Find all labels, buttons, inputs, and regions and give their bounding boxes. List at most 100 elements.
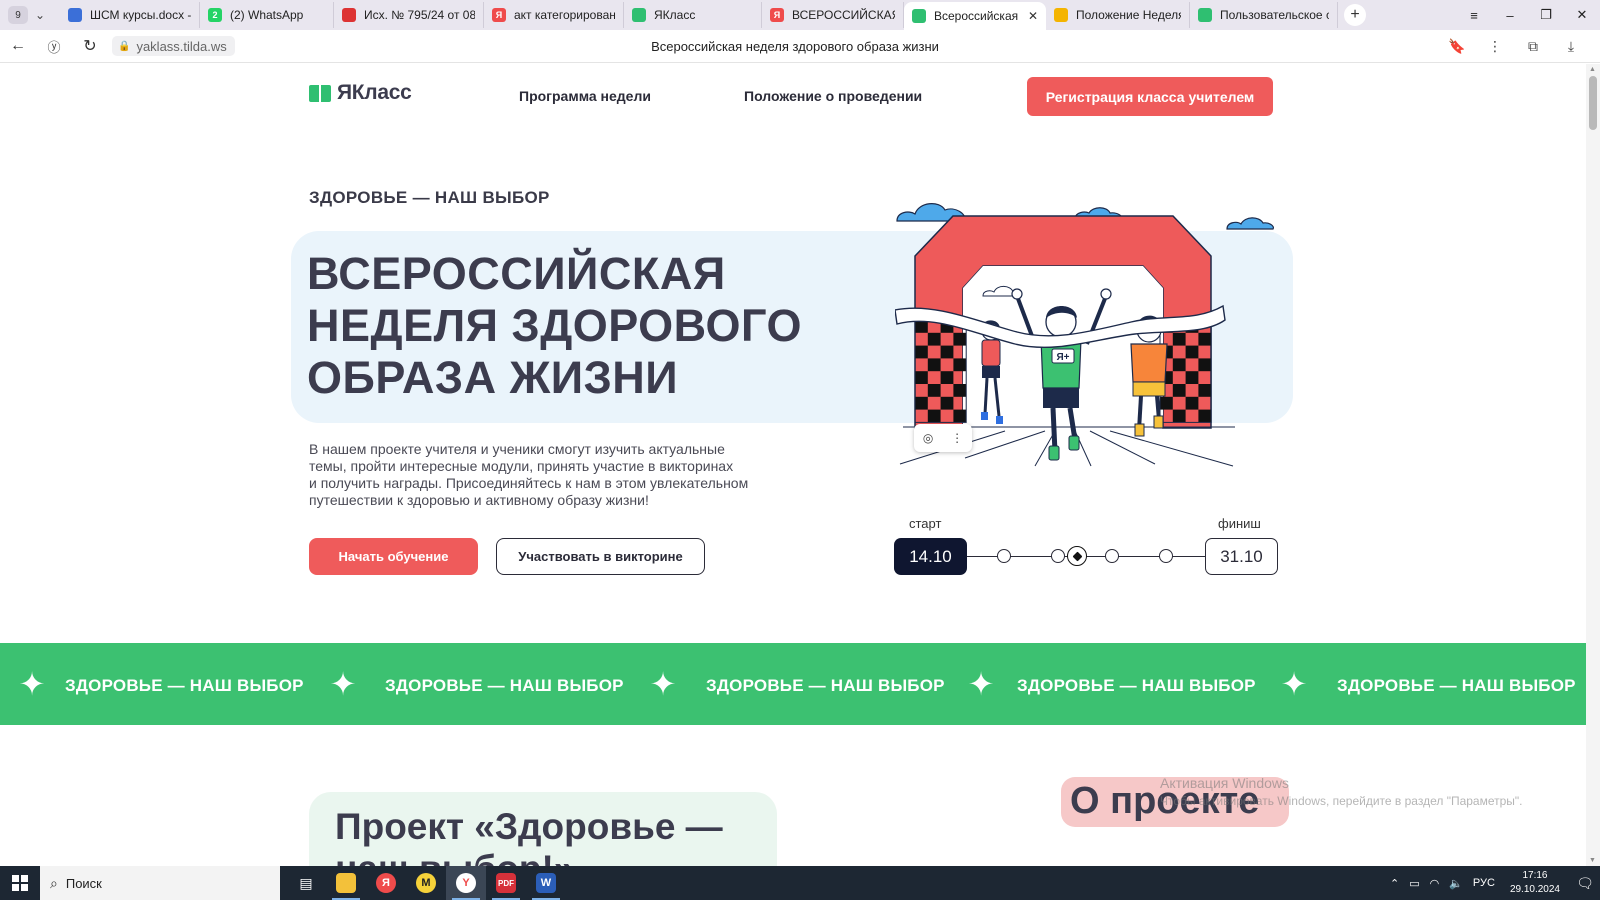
restore-icon[interactable]: ❐ — [1528, 7, 1564, 23]
more-options-icon[interactable]: ⋮ — [951, 431, 963, 445]
checker-square — [1198, 384, 1212, 397]
project-title-line: наш выбор!» — [335, 848, 723, 866]
yandex-browser-button[interactable]: Y — [446, 866, 486, 900]
yandex-market-button[interactable]: M — [406, 866, 446, 900]
checker-square — [915, 345, 928, 359]
windows-activation-hint: Чтобы активировать Windows, перейдите в … — [1160, 794, 1523, 808]
hero-title-line: ОБРАЗА ЖИЗНИ — [307, 352, 679, 403]
timeline-start-label: старт — [909, 516, 942, 531]
tab-title: Всероссийская не, — [934, 9, 1020, 23]
lock-icon: 🔒 — [118, 40, 131, 52]
checker-square — [953, 332, 967, 346]
camera-search-icon[interactable]: ◎ — [923, 431, 933, 445]
meet-icon[interactable]: ▭ — [1409, 877, 1419, 890]
yaklass-logo[interactable]: ЯКласс — [309, 81, 412, 105]
volume-icon[interactable]: 🔈 — [1449, 877, 1463, 890]
back-arrow-icon[interactable]: ← — [0, 31, 36, 61]
soccer-ball-icon — [1067, 546, 1087, 566]
language-indicator[interactable]: РУС — [1473, 877, 1495, 889]
scroll-up-icon[interactable]: ▲ — [1589, 66, 1596, 73]
new-tab-button[interactable]: + — [1344, 4, 1366, 26]
checker-square — [927, 332, 941, 346]
sparkle-icon: ✦ — [1280, 666, 1308, 702]
windows-start-button[interactable] — [0, 866, 40, 900]
pdf-app-button[interactable]: PDF — [486, 866, 526, 900]
browser-tab[interactable]: Всероссийская не, ✕ — [904, 2, 1046, 30]
sparkle-icon: ✦ — [649, 666, 677, 702]
register-class-button[interactable]: Регистрация класса учителем — [1027, 77, 1273, 116]
clock[interactable]: 17:16 29.10.2024 — [1510, 869, 1560, 897]
market-icon: M — [416, 873, 436, 893]
url-field[interactable]: 🔒 yaklass.tilda.ws — [112, 36, 235, 56]
scrollbar-thumb[interactable] — [1589, 76, 1597, 130]
browser-tab[interactable]: Положение Неделя з — [1046, 2, 1190, 28]
marquee-text: ЗДОРОВЬЕ — НАШ ВЫБОР — [1337, 676, 1576, 695]
tab-favicon-icon — [1054, 8, 1068, 22]
collections-icon[interactable]: ⧉ — [1514, 38, 1552, 55]
system-tray: ⌃ ▭ ◠ 🔈 РУС 17:16 29.10.2024 🗨 — [1385, 866, 1600, 900]
browser-tab[interactable]: Пользовательское со — [1190, 2, 1338, 28]
minimize-icon[interactable]: – — [1492, 8, 1528, 23]
checker-square — [953, 358, 967, 372]
browser-tab[interactable]: ЯКласс — [624, 2, 762, 28]
tab-counter[interactable]: 9 — [8, 6, 28, 24]
tab-favicon-icon — [342, 8, 356, 22]
project-card: Проект «Здоровье — наш выбор!» — [309, 792, 777, 866]
nav-program-link[interactable]: Программа недели — [519, 88, 651, 104]
scroll-down-icon[interactable]: ▼ — [1589, 857, 1596, 864]
taskbar-search[interactable]: ⌕ Поиск — [40, 866, 280, 900]
cloud-icon — [1226, 217, 1274, 230]
page-scrollbar[interactable]: ▲ ▼ — [1586, 64, 1600, 866]
url-text: yaklass.tilda.ws — [136, 38, 227, 54]
menu-icon[interactable]: ≡ — [1456, 8, 1492, 23]
checker-square — [1172, 409, 1186, 423]
task-view-button[interactable]: ▤ — [286, 866, 326, 900]
chevron-down-icon[interactable]: ⌄ — [28, 3, 52, 27]
start-learning-button[interactable]: Начать обучение — [309, 538, 478, 575]
timeline-finish-label: финиш — [1218, 516, 1261, 531]
yandex-protect-icon[interactable]: ⓨ — [36, 31, 72, 61]
yandex-browser-icon: Y — [456, 873, 476, 893]
checker-square — [1198, 332, 1212, 346]
tab-title: Пользовательское со — [1220, 8, 1329, 22]
timeline-dot — [997, 549, 1011, 563]
more-icon[interactable]: ⋮ — [1476, 38, 1514, 55]
folder-icon — [336, 873, 356, 893]
chevron-up-icon[interactable]: ⌃ — [1390, 877, 1399, 890]
word-app-button[interactable]: W — [526, 866, 566, 900]
browser-tab[interactable]: Я ВСЕРОССИЙСКАЯ Н — [762, 2, 904, 28]
logo-text: ЯКласс — [337, 81, 412, 104]
checker-square — [940, 345, 954, 359]
tab-title: ЯКласс — [654, 8, 696, 22]
tab-favicon-icon: Я — [770, 8, 784, 22]
checker-square — [953, 409, 967, 423]
description-line: темы, пройти интересные модули, принять … — [309, 458, 734, 474]
join-quiz-button[interactable]: Участвовать в викторине — [496, 538, 705, 575]
checker-square — [1198, 358, 1212, 372]
reload-icon[interactable]: ↻ — [72, 31, 108, 61]
wifi-icon[interactable]: ◠ — [1430, 877, 1440, 890]
yandex-app-button[interactable]: Я — [366, 866, 406, 900]
checker-square — [915, 371, 928, 384]
marquee-text: ЗДОРОВЬЕ — НАШ ВЫБОР — [65, 676, 304, 695]
timeline-dot — [1105, 549, 1119, 563]
nav-regulation-link[interactable]: Положение о проведении — [744, 88, 922, 104]
browser-tab[interactable]: Яакт категорирования — [484, 2, 624, 28]
clock-date: 29.10.2024 — [1509, 884, 1560, 895]
tab-favicon-icon — [912, 9, 926, 23]
download-icon[interactable]: ⤓ — [1552, 38, 1590, 55]
checker-square — [915, 396, 928, 410]
bookmark-icon[interactable]: 🔖 — [1438, 38, 1476, 55]
tab-favicon-icon: 2 — [208, 8, 222, 22]
tab-close-icon[interactable]: ✕ — [1028, 9, 1038, 23]
hero-description: В нашем проекте учителя и ученики смогут… — [309, 441, 789, 509]
browser-tab[interactable]: ШСМ курсы.docx - Go — [60, 2, 200, 28]
file-explorer-button[interactable] — [326, 866, 366, 900]
hero-kicker: ЗДОРОВЬЕ — НАШ ВЫБОР — [309, 188, 550, 207]
browser-tab[interactable]: Исх. № 795/24 от 08.1 — [334, 2, 484, 28]
checker-square — [1198, 409, 1212, 423]
close-window-icon[interactable]: ✕ — [1564, 7, 1600, 23]
browser-tab[interactable]: 2 (2) WhatsApp — [200, 2, 334, 28]
checker-square — [1185, 345, 1199, 359]
notification-icon[interactable]: 🗨 — [1570, 875, 1600, 892]
